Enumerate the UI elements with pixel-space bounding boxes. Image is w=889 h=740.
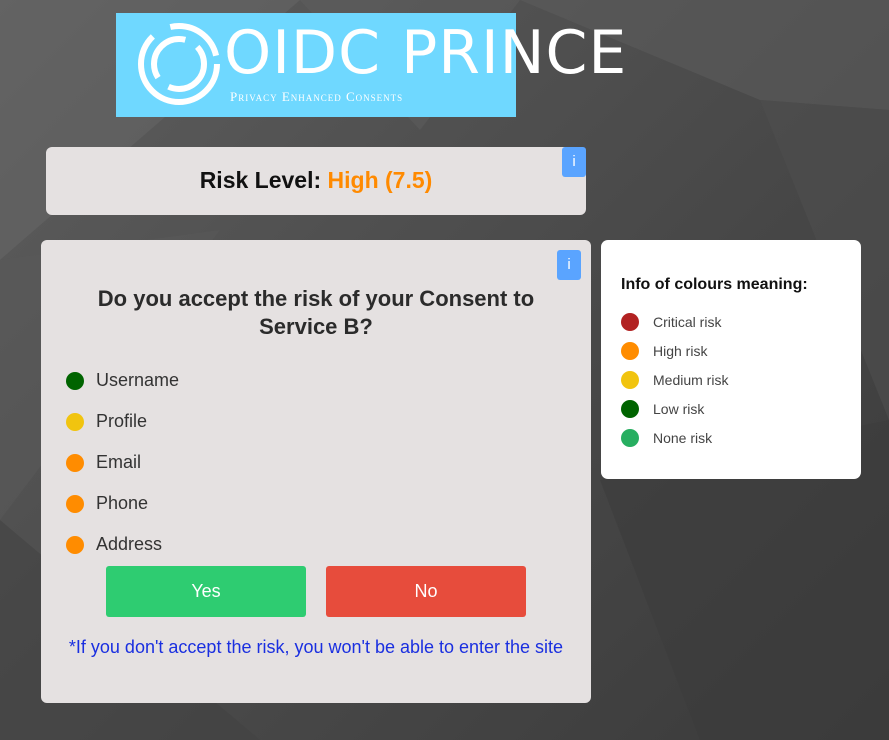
risk-dot-icon [66,494,84,513]
attribute-label: Username [96,370,180,390]
oidc-prince-logo: OIDC PRINCE Privacy Enhanced Consents [116,13,626,117]
yes-button[interactable]: Yes [106,566,306,617]
attribute-item: Address [66,524,179,565]
logo-subtitle: Privacy Enhanced Consents [230,89,404,104]
legend-label: None risk [653,429,713,446]
colour-legend-card: Info of colours meaning: Critical risk H… [601,240,861,479]
attribute-list: Username Profile Email Phone Address [66,360,179,565]
consent-note: *If you don't accept the risk, you won't… [68,637,564,657]
risk-dot-icon [66,453,84,472]
legend-item: Critical risk [621,307,728,336]
risk-level-card: i Risk Level: High (7.5) [46,147,586,215]
consent-info-button[interactable]: i [557,250,581,280]
attribute-item: Username [66,360,179,401]
consent-card: i Do you accept the risk of your Consent… [41,240,591,703]
risk-dot-icon [66,535,84,554]
attribute-label: Address [96,534,163,554]
risk-dot-icon [66,371,84,390]
risk-level-value: High (7.5) [327,167,433,193]
legend-item: None risk [621,423,728,452]
none-dot-icon [621,428,639,447]
logo-title: OIDC PRINCE [224,18,628,88]
legend-item: High risk [621,336,728,365]
attribute-item: Profile [66,401,179,442]
attribute-label: Phone [96,493,149,513]
legend-label: Low risk [653,400,705,417]
legend-label: Critical risk [653,313,722,330]
attribute-label: Profile [96,411,148,431]
risk-dot-icon [66,412,84,431]
consent-question: Do you accept the risk of your Consent t… [97,286,535,339]
legend-title: Info of colours meaning: [621,276,808,293]
high-dot-icon [621,341,639,360]
legend-item: Low risk [621,394,728,423]
no-button[interactable]: No [326,566,526,617]
medium-dot-icon [621,370,639,389]
attribute-item: Phone [66,483,179,524]
legend-label: Medium risk [653,371,729,388]
logo-ring-icon [138,23,220,105]
legend-list: Critical risk High risk Medium risk Low … [621,307,728,452]
risk-level-text: Risk Level: High (7.5) [46,167,586,194]
legend-item: Medium risk [621,365,728,394]
legend-label: High risk [653,342,708,359]
attribute-label: Email [96,452,142,472]
attribute-item: Email [66,442,179,483]
critical-dot-icon [621,312,639,331]
low-dot-icon [621,399,639,418]
risk-level-label: Risk Level: [199,167,322,193]
